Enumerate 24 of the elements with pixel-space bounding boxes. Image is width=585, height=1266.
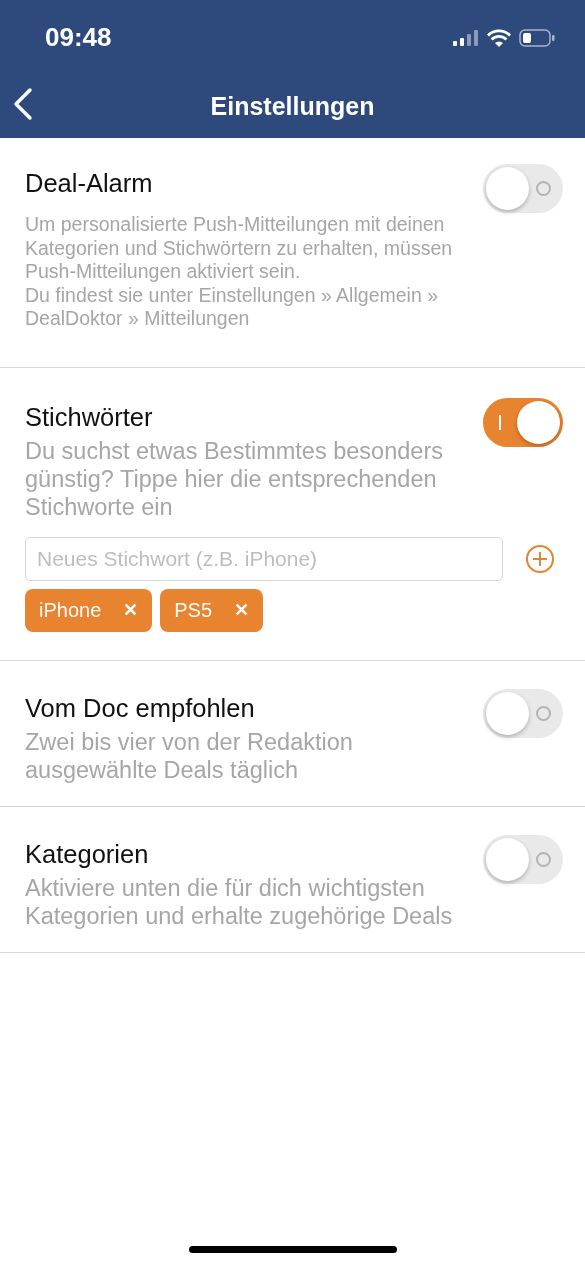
description-text: Um personalisierte Push-Mitteilungen mit deinen Kategorien und Stichwörtern zu erhalten, müssen Push-Mitteilungen aktiviert sein. [25,213,454,284]
section-title: Kategorien [25,838,149,870]
description-text: Aktiviere unten die für dich wichtigsten Kategorien und erhalte zugehörige Deals [25,873,454,930]
toggle-switch[interactable] [483,688,563,738]
toggle-switch[interactable] [483,397,563,447]
toggle-switch[interactable] [483,164,563,213]
battery-icon [519,28,555,47]
remove-tag-button[interactable]: ✕ [234,596,250,624]
remove-tag-button[interactable]: ✕ [123,596,139,624]
description-text: Du findest sie unter Einstellungen » Allgemein » DealDoktor » Mitteilungen [25,283,439,331]
description-text: Zwei bis vier von der Redaktion ausgewählte Deals täglich [25,727,354,784]
wifi-icon [487,28,511,47]
add-icon[interactable] [525,543,555,574]
section-title: Vom Doc empfohlen [25,692,255,724]
toggle-switch[interactable] [483,834,563,884]
description-text: Du suchst etwas Bestimmtes besonders günstig? Tippe hier die entsprechenden Stichworte ein [25,436,444,521]
section-title: Stichwörter [25,401,153,433]
screen-title: Einstellungen [210,90,375,122]
keyword-tag[interactable]: PS5 ✕ [160,588,264,632]
keyword-tag[interactable]: iPhone ✕ [25,588,153,632]
signal-icon [453,29,479,46]
keyword-input[interactable]: Neues Stichwort (z.B. iPhone) [25,536,503,581]
status-time: 09:48 [45,21,112,54]
section-title: Deal-Alarm [25,168,153,199]
